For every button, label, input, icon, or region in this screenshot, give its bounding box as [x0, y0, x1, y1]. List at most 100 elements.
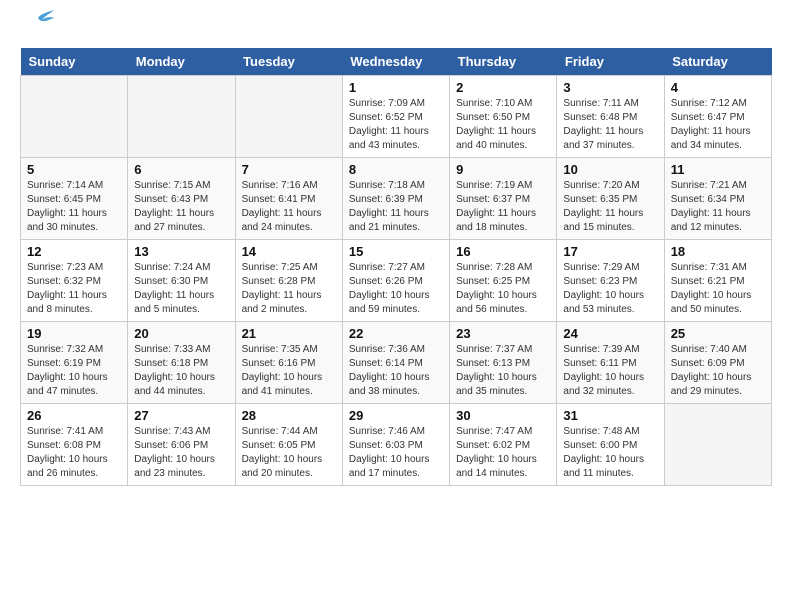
day-number: 19	[27, 326, 121, 341]
cell-info: Sunrise: 7:35 AM Sunset: 6:16 PM Dayligh…	[242, 343, 336, 399]
cell-info: Sunrise: 7:32 AM Sunset: 6:19 PM Dayligh…	[27, 343, 121, 399]
logo-bird-icon	[22, 10, 54, 38]
day-number: 16	[456, 244, 550, 259]
day-number: 29	[349, 408, 443, 423]
cell-info: Sunrise: 7:16 AM Sunset: 6:41 PM Dayligh…	[242, 179, 336, 235]
cell-info: Sunrise: 7:11 AM Sunset: 6:48 PM Dayligh…	[563, 97, 657, 153]
header-day-friday: Friday	[557, 48, 664, 76]
cell-info: Sunrise: 7:48 AM Sunset: 6:00 PM Dayligh…	[563, 425, 657, 481]
calendar-cell	[235, 76, 342, 158]
calendar-cell: 6 Sunrise: 7:15 AM Sunset: 6:43 PM Daylig…	[128, 158, 235, 240]
calendar-cell: 30 Sunrise: 7:47 AM Sunset: 6:02 PM Dayli…	[450, 404, 557, 486]
header-day-wednesday: Wednesday	[342, 48, 449, 76]
calendar-cell: 19 Sunrise: 7:32 AM Sunset: 6:19 PM Dayli…	[21, 322, 128, 404]
day-number: 2	[456, 80, 550, 95]
calendar-cell: 3 Sunrise: 7:11 AM Sunset: 6:48 PM Daylig…	[557, 76, 664, 158]
cell-info: Sunrise: 7:18 AM Sunset: 6:39 PM Dayligh…	[349, 179, 443, 235]
cell-info: Sunrise: 7:31 AM Sunset: 6:21 PM Dayligh…	[671, 261, 765, 317]
day-number: 20	[134, 326, 228, 341]
day-number: 4	[671, 80, 765, 95]
cell-info: Sunrise: 7:15 AM Sunset: 6:43 PM Dayligh…	[134, 179, 228, 235]
cell-info: Sunrise: 7:09 AM Sunset: 6:52 PM Dayligh…	[349, 97, 443, 153]
day-number: 17	[563, 244, 657, 259]
cell-info: Sunrise: 7:37 AM Sunset: 6:13 PM Dayligh…	[456, 343, 550, 399]
cell-info: Sunrise: 7:12 AM Sunset: 6:47 PM Dayligh…	[671, 97, 765, 153]
calendar-cell: 18 Sunrise: 7:31 AM Sunset: 6:21 PM Dayli…	[664, 240, 771, 322]
week-row-2: 5Sunrise: 7:14 AM Sunset: 6:45 PM Daylig…	[21, 158, 772, 240]
day-number: 1	[349, 80, 443, 95]
cell-info: Sunrise: 7:25 AM Sunset: 6:28 PM Dayligh…	[242, 261, 336, 317]
week-row-3: 12 Sunrise: 7:23 AM Sunset: 6:32 PM Dayli…	[21, 240, 772, 322]
cell-info: Sunrise: 7:44 AM Sunset: 6:05 PM Dayligh…	[242, 425, 336, 481]
header-day-saturday: Saturday	[664, 48, 771, 76]
calendar-cell: 7Sunrise: 7:16 AM Sunset: 6:41 PM Daylig…	[235, 158, 342, 240]
calendar-cell: 13Sunrise: 7:24 AM Sunset: 6:30 PM Dayli…	[128, 240, 235, 322]
calendar-cell: 9 Sunrise: 7:19 AM Sunset: 6:37 PM Daylig…	[450, 158, 557, 240]
calendar-cell	[664, 404, 771, 486]
cell-info: Sunrise: 7:41 AM Sunset: 6:08 PM Dayligh…	[27, 425, 121, 481]
header-day-monday: Monday	[128, 48, 235, 76]
calendar-cell: 1 Sunrise: 7:09 AM Sunset: 6:52 PM Daylig…	[342, 76, 449, 158]
day-number: 9	[456, 162, 550, 177]
day-number: 12	[27, 244, 121, 259]
calendar-cell: 29 Sunrise: 7:46 AM Sunset: 6:03 PM Dayli…	[342, 404, 449, 486]
day-number: 15	[349, 244, 443, 259]
calendar-cell: 4 Sunrise: 7:12 AM Sunset: 6:47 PM Daylig…	[664, 76, 771, 158]
calendar-cell: 23 Sunrise: 7:37 AM Sunset: 6:13 PM Dayli…	[450, 322, 557, 404]
calendar-cell: 5Sunrise: 7:14 AM Sunset: 6:45 PM Daylig…	[21, 158, 128, 240]
page-header	[20, 20, 772, 38]
day-number: 31	[563, 408, 657, 423]
week-row-5: 26Sunrise: 7:41 AM Sunset: 6:08 PM Dayli…	[21, 404, 772, 486]
week-row-1: 1 Sunrise: 7:09 AM Sunset: 6:52 PM Daylig…	[21, 76, 772, 158]
cell-info: Sunrise: 7:10 AM Sunset: 6:50 PM Dayligh…	[456, 97, 550, 153]
day-number: 18	[671, 244, 765, 259]
day-number: 27	[134, 408, 228, 423]
calendar-cell: 22 Sunrise: 7:36 AM Sunset: 6:14 PM Dayli…	[342, 322, 449, 404]
cell-info: Sunrise: 7:27 AM Sunset: 6:26 PM Dayligh…	[349, 261, 443, 317]
calendar-cell: 15 Sunrise: 7:27 AM Sunset: 6:26 PM Dayli…	[342, 240, 449, 322]
day-number: 23	[456, 326, 550, 341]
calendar-cell	[21, 76, 128, 158]
header-day-tuesday: Tuesday	[235, 48, 342, 76]
cell-info: Sunrise: 7:20 AM Sunset: 6:35 PM Dayligh…	[563, 179, 657, 235]
day-number: 10	[563, 162, 657, 177]
day-number: 21	[242, 326, 336, 341]
day-number: 8	[349, 162, 443, 177]
day-number: 22	[349, 326, 443, 341]
header-day-sunday: Sunday	[21, 48, 128, 76]
calendar-cell	[128, 76, 235, 158]
logo	[20, 20, 54, 38]
calendar-cell: 14Sunrise: 7:25 AM Sunset: 6:28 PM Dayli…	[235, 240, 342, 322]
calendar-cell: 17 Sunrise: 7:29 AM Sunset: 6:23 PM Dayli…	[557, 240, 664, 322]
header-day-thursday: Thursday	[450, 48, 557, 76]
cell-info: Sunrise: 7:43 AM Sunset: 6:06 PM Dayligh…	[134, 425, 228, 481]
calendar-cell: 21 Sunrise: 7:35 AM Sunset: 6:16 PM Dayli…	[235, 322, 342, 404]
cell-info: Sunrise: 7:21 AM Sunset: 6:34 PM Dayligh…	[671, 179, 765, 235]
day-number: 28	[242, 408, 336, 423]
calendar-cell: 10 Sunrise: 7:20 AM Sunset: 6:35 PM Dayli…	[557, 158, 664, 240]
day-number: 6	[134, 162, 228, 177]
calendar-cell: 24Sunrise: 7:39 AM Sunset: 6:11 PM Dayli…	[557, 322, 664, 404]
week-row-4: 19 Sunrise: 7:32 AM Sunset: 6:19 PM Dayli…	[21, 322, 772, 404]
day-number: 3	[563, 80, 657, 95]
cell-info: Sunrise: 7:29 AM Sunset: 6:23 PM Dayligh…	[563, 261, 657, 317]
calendar-cell: 28 Sunrise: 7:44 AM Sunset: 6:05 PM Dayli…	[235, 404, 342, 486]
cell-info: Sunrise: 7:46 AM Sunset: 6:03 PM Dayligh…	[349, 425, 443, 481]
calendar-cell: 11 Sunrise: 7:21 AM Sunset: 6:34 PM Dayli…	[664, 158, 771, 240]
cell-info: Sunrise: 7:23 AM Sunset: 6:32 PM Dayligh…	[27, 261, 121, 317]
cell-info: Sunrise: 7:33 AM Sunset: 6:18 PM Dayligh…	[134, 343, 228, 399]
calendar-cell: 12 Sunrise: 7:23 AM Sunset: 6:32 PM Dayli…	[21, 240, 128, 322]
calendar-table: SundayMondayTuesdayWednesdayThursdayFrid…	[20, 48, 772, 486]
calendar-cell: 16 Sunrise: 7:28 AM Sunset: 6:25 PM Dayli…	[450, 240, 557, 322]
day-number: 30	[456, 408, 550, 423]
cell-info: Sunrise: 7:24 AM Sunset: 6:30 PM Dayligh…	[134, 261, 228, 317]
cell-info: Sunrise: 7:47 AM Sunset: 6:02 PM Dayligh…	[456, 425, 550, 481]
day-number: 24	[563, 326, 657, 341]
day-number: 11	[671, 162, 765, 177]
cell-info: Sunrise: 7:36 AM Sunset: 6:14 PM Dayligh…	[349, 343, 443, 399]
calendar-cell: 20 Sunrise: 7:33 AM Sunset: 6:18 PM Dayli…	[128, 322, 235, 404]
day-number: 25	[671, 326, 765, 341]
cell-info: Sunrise: 7:19 AM Sunset: 6:37 PM Dayligh…	[456, 179, 550, 235]
calendar-cell: 26Sunrise: 7:41 AM Sunset: 6:08 PM Dayli…	[21, 404, 128, 486]
cell-info: Sunrise: 7:28 AM Sunset: 6:25 PM Dayligh…	[456, 261, 550, 317]
